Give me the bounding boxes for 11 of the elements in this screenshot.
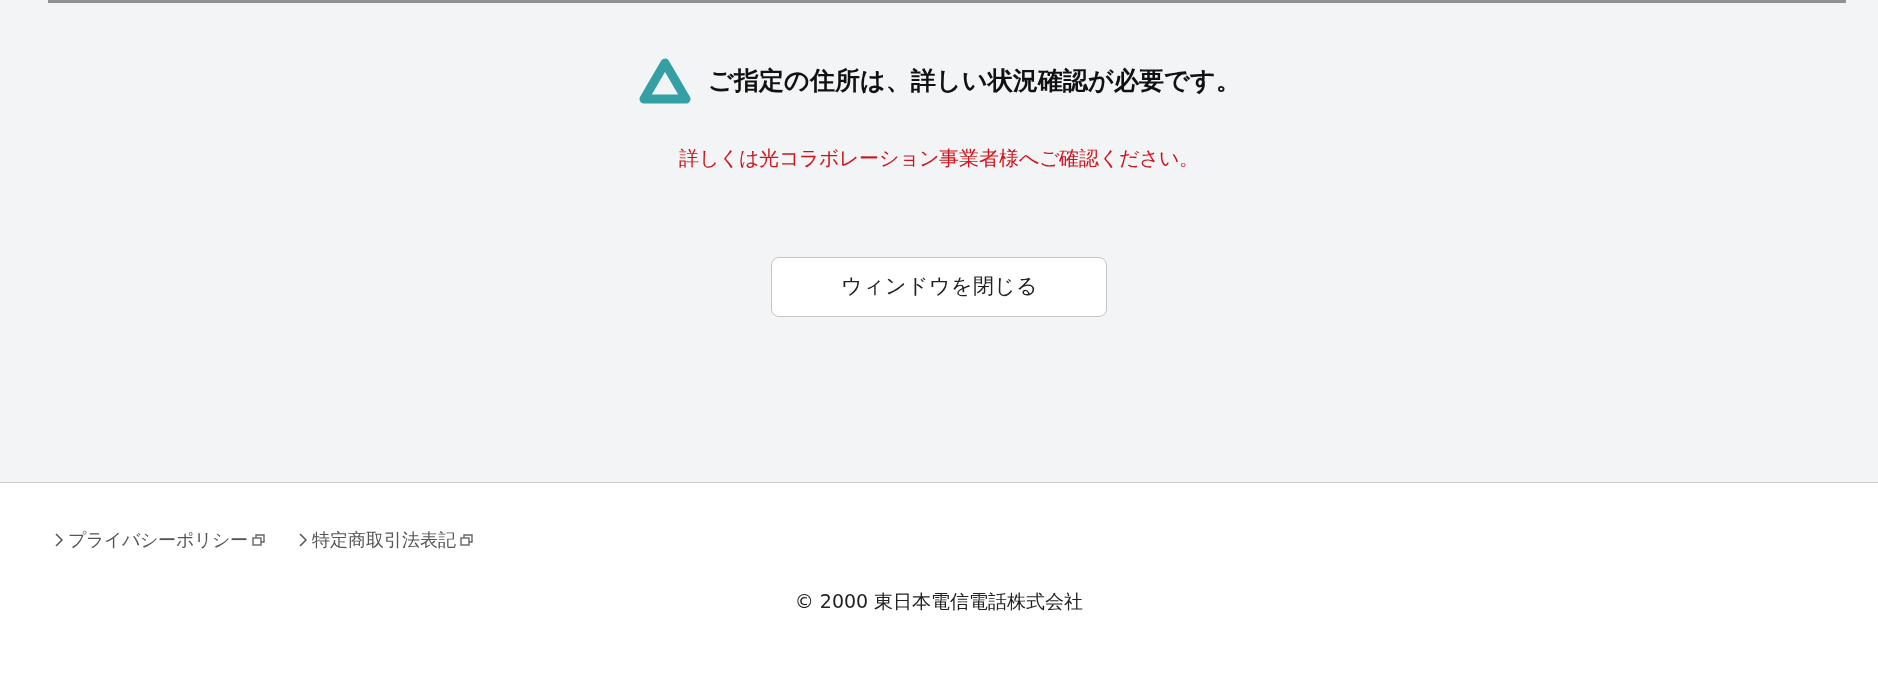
notice-title: ご指定の住所は、詳しい状況確認が必要です。 xyxy=(707,65,1241,98)
copyright-text: © 2000 東日本電信電話株式会社 xyxy=(794,590,1084,612)
chevron-icon xyxy=(55,532,64,547)
external-link-icon xyxy=(460,533,473,546)
warning-icon xyxy=(637,57,692,105)
footer-link[interactable]: 特定商取引法表記 xyxy=(312,526,456,553)
external-link-icon xyxy=(252,533,265,546)
notice-message: 詳しくは光コラボレーション事業者様へご確認ください。 xyxy=(679,146,1199,170)
footer-link[interactable]: プライバシーポリシー xyxy=(68,526,248,553)
chevron-icon xyxy=(299,532,308,547)
close-window-button[interactable]: ウィンドウを閉じる xyxy=(771,257,1107,317)
